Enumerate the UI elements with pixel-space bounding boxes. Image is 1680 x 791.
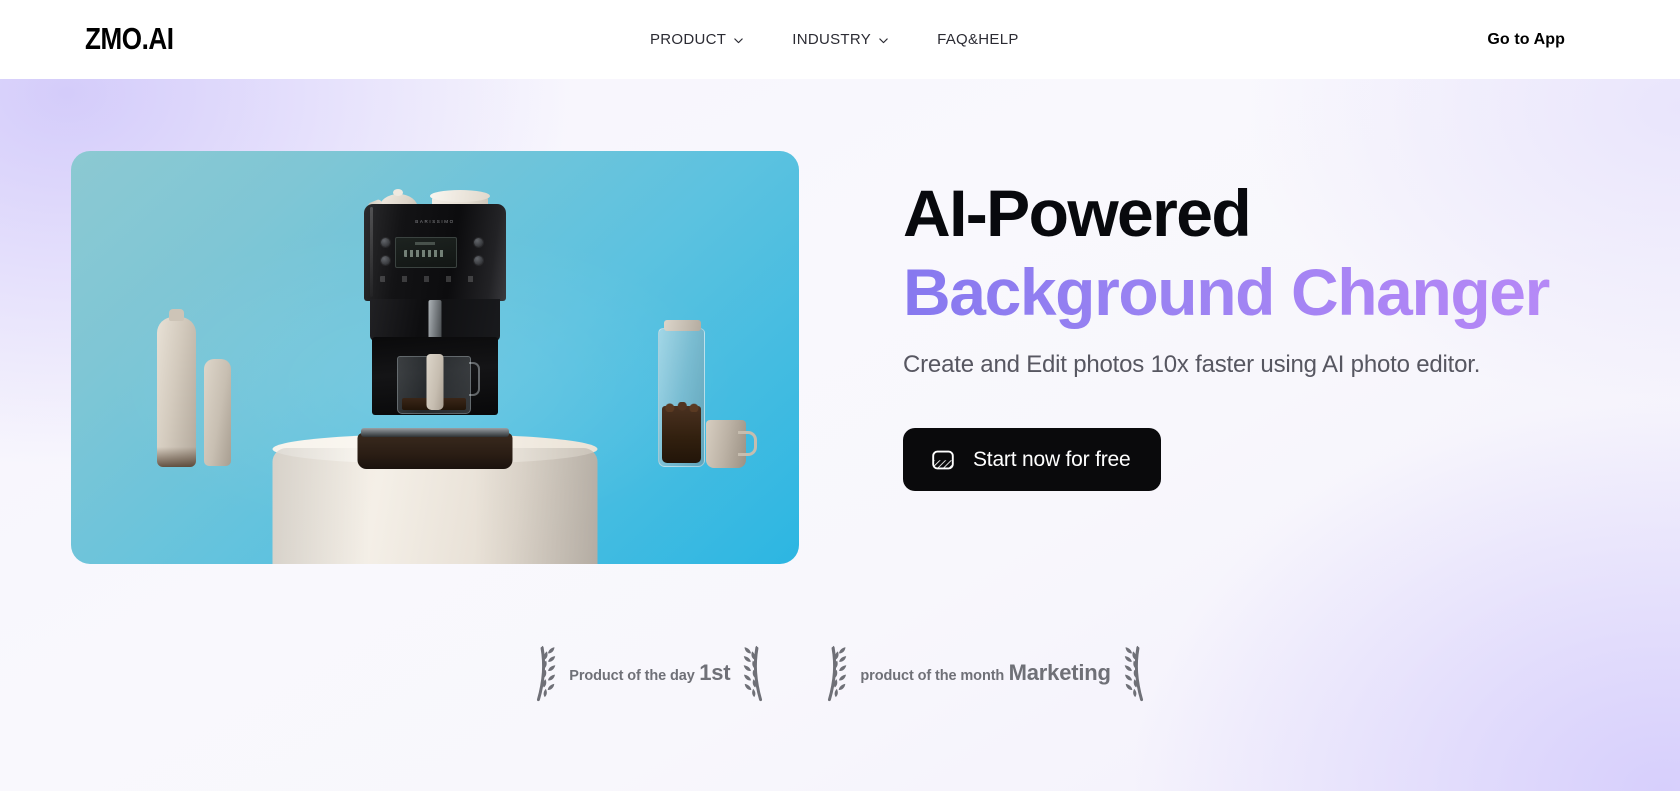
laurel-wreath-icon	[739, 644, 764, 702]
award-category: Marketing	[1008, 660, 1111, 685]
nav-item-label: PRODUCT	[650, 31, 727, 48]
machine-button-row	[380, 276, 488, 282]
award-title: Product of the day	[569, 668, 695, 684]
award-rank: 1st	[699, 660, 731, 685]
laurel-wreath-icon	[1120, 644, 1145, 702]
nav-item-label: FAQ&HELP	[937, 31, 1019, 48]
laurel-wreath-icon	[826, 644, 851, 702]
page-title-accent: Background Changer	[903, 252, 1603, 332]
carafe-handle	[469, 362, 480, 396]
machine-brand-label: BARISSIMO	[415, 219, 455, 224]
machine-display	[395, 237, 457, 268]
grounds-tray	[357, 433, 513, 469]
mug-prop	[706, 420, 757, 468]
main-navigation: PRODUCT INDUSTRY FAQ&HELP	[650, 0, 1019, 79]
award-text: product of the month Marketing	[860, 660, 1111, 685]
nav-item-product[interactable]: PRODUCT	[650, 23, 744, 56]
cta-button-label: Start now for free	[973, 447, 1131, 471]
display-readout	[404, 250, 446, 257]
laurel-wreath-icon	[535, 644, 560, 702]
machine-head: BARISSIMO	[364, 204, 506, 301]
landing-page: ZMO.AI PRODUCT INDUSTRY FAQ&HELP Go to A…	[0, 0, 1680, 791]
coffee-beans	[662, 402, 701, 463]
nav-item-label: INDUSTRY	[792, 31, 872, 48]
tumbler-prop	[157, 309, 196, 467]
machine-knob	[381, 256, 390, 265]
display-caption	[415, 242, 435, 245]
replace-background-icon	[930, 447, 956, 473]
coffee-bean-jar-prop	[658, 320, 705, 467]
award-badge-product-of-the-day: Product of the day 1st	[535, 644, 764, 702]
awards-row: Product of the day 1st product of the mo…	[0, 644, 1680, 702]
hero-copy: AI-Powered Background Changer Create and…	[903, 174, 1603, 491]
machine-knob	[474, 238, 483, 247]
coffee-machine: BARISSIMO	[364, 204, 506, 436]
site-header: ZMO.AI PRODUCT INDUSTRY FAQ&HELP Go to A…	[0, 0, 1680, 79]
hero-section: BARISSIMO AI-Powered Background Changer …	[0, 79, 1680, 791]
pitcher-prop	[204, 359, 231, 466]
chevron-down-icon	[733, 35, 744, 46]
start-now-for-free-button[interactable]: Start now for free	[903, 428, 1162, 491]
award-badge-product-of-the-month: product of the month Marketing	[826, 644, 1144, 702]
machine-knob	[474, 256, 483, 265]
page-title: AI-Powered	[903, 176, 1252, 250]
award-text: Product of the day 1st	[569, 662, 730, 684]
hero-image: BARISSIMO	[71, 151, 799, 564]
nav-item-industry[interactable]: INDUSTRY	[792, 23, 889, 56]
brand-logo[interactable]: ZMO.AI	[85, 19, 174, 59]
chevron-down-icon	[878, 35, 889, 46]
page-subtitle: Create and Edit photos 10x faster using …	[903, 351, 1481, 378]
hero-image-scene: BARISSIMO	[71, 151, 799, 564]
machine-knob	[381, 238, 390, 247]
nav-item-faq-help[interactable]: FAQ&HELP	[937, 23, 1019, 56]
award-title: product of the month	[860, 668, 1005, 684]
go-to-app-button[interactable]: Go to App	[1487, 0, 1565, 79]
milk-jug-prop	[426, 354, 444, 410]
